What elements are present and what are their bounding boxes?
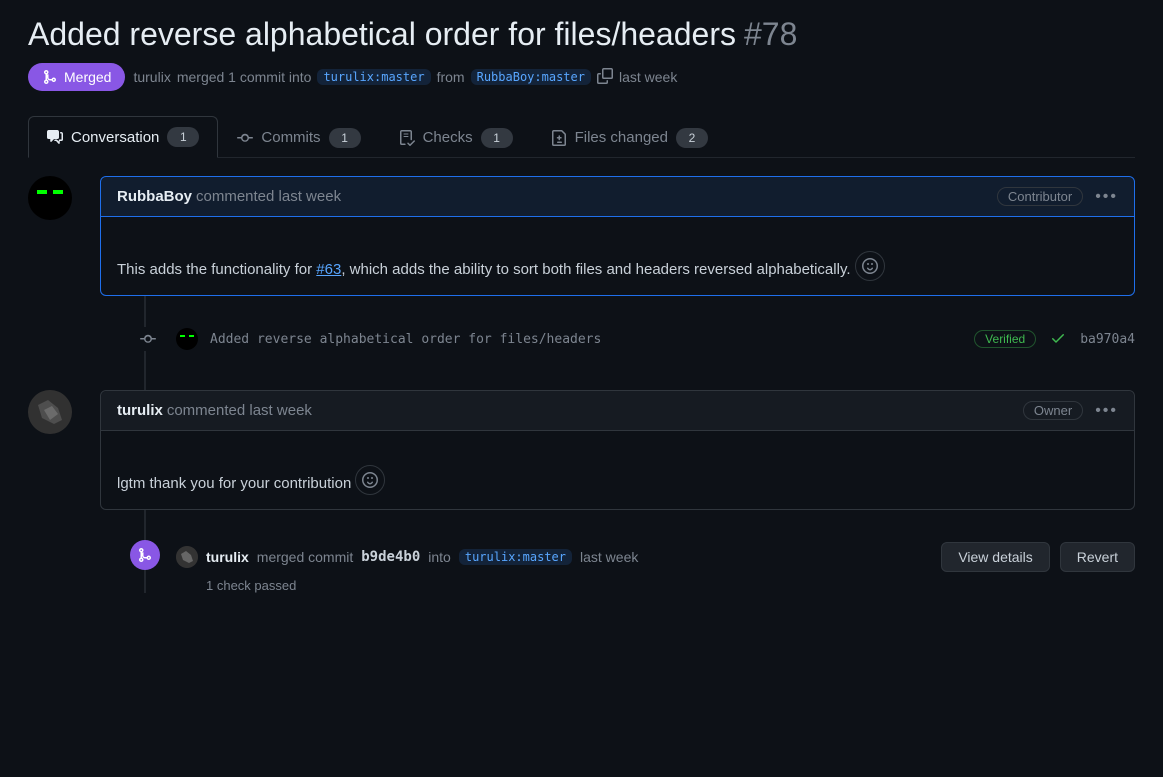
- merge-event-icon: [130, 540, 160, 570]
- timeline: RubbaBoy commented last week Contributor…: [28, 176, 1135, 593]
- comment-box: turulix commented last week Owner ••• lg…: [100, 390, 1135, 510]
- meta-text-2: from: [437, 69, 465, 85]
- comment-body: lgtm thank you for your contribution: [101, 431, 1134, 509]
- tab-files[interactable]: Files changed 2: [532, 116, 727, 158]
- tabs: Conversation 1 Commits 1 Checks 1 Files …: [28, 115, 1135, 158]
- tab-checks[interactable]: Checks 1: [380, 116, 532, 158]
- comment-time[interactable]: commented last week: [167, 402, 312, 419]
- avatar-rubbaboy[interactable]: [28, 176, 72, 220]
- meta-time[interactable]: last week: [619, 69, 677, 85]
- comment-time[interactable]: commented last week: [196, 188, 341, 205]
- merge-commit-sha[interactable]: b9de4b0: [361, 549, 420, 565]
- comment-author[interactable]: RubbaBoy: [117, 188, 192, 205]
- merge-user[interactable]: turulix: [206, 549, 249, 565]
- merge-event: turulix merged commit b9de4b0 into turul…: [100, 542, 1135, 593]
- merge-avatar[interactable]: [176, 546, 198, 568]
- commit-message[interactable]: Added reverse alphabetical order for fil…: [210, 332, 601, 347]
- meta-text-1: merged 1 commit into: [177, 69, 312, 85]
- body-pre: This adds the functionality for: [117, 261, 316, 278]
- copy-icon[interactable]: [597, 68, 613, 87]
- state-badge: Merged: [28, 63, 125, 91]
- meta-actor[interactable]: turulix: [133, 69, 170, 85]
- state-label: Merged: [64, 69, 111, 85]
- merge-meta: turulix merged 1 commit into turulix:mas…: [133, 68, 677, 87]
- merge-text-1: merged commit: [257, 549, 353, 565]
- comment-header: turulix commented last week Owner •••: [101, 391, 1134, 431]
- comment-box: RubbaBoy commented last week Contributor…: [100, 176, 1135, 296]
- merge-main-row: turulix merged commit b9de4b0 into turul…: [176, 542, 1135, 572]
- kebab-icon[interactable]: •••: [1095, 188, 1118, 206]
- merge-branch[interactable]: turulix:master: [459, 549, 572, 565]
- comment-body: This adds the functionality for #63, whi…: [101, 217, 1134, 295]
- tab-commits[interactable]: Commits 1: [218, 116, 379, 158]
- verified-badge[interactable]: Verified: [974, 330, 1036, 348]
- comment-turulix: turulix commented last week Owner ••• lg…: [100, 390, 1135, 510]
- body-text: lgtm thank you for your contribution: [117, 475, 351, 492]
- role-badge: Contributor: [997, 187, 1083, 206]
- tab-checks-label: Checks: [423, 129, 473, 146]
- pr-number: #78: [744, 16, 797, 53]
- commit-avatar[interactable]: [176, 328, 198, 350]
- pr-title-row: Added reverse alphabetical order for fil…: [28, 16, 1135, 53]
- head-branch[interactable]: RubbaBoy:master: [471, 69, 591, 85]
- base-branch[interactable]: turulix:master: [317, 69, 430, 85]
- checklist-icon: [399, 130, 415, 146]
- merge-icon: [42, 69, 58, 85]
- pr-title: Added reverse alphabetical order for fil…: [28, 16, 736, 53]
- revert-button[interactable]: Revert: [1060, 542, 1135, 572]
- comment-discussion-icon: [47, 129, 63, 145]
- tab-commits-label: Commits: [261, 129, 320, 146]
- emoji-button[interactable]: [855, 251, 885, 281]
- issue-link[interactable]: #63: [316, 261, 341, 278]
- tab-files-label: Files changed: [575, 129, 668, 146]
- emoji-button[interactable]: [355, 465, 385, 495]
- commit-dot-icon: [136, 327, 160, 351]
- role-badge: Owner: [1023, 401, 1083, 420]
- tab-commits-count: 1: [329, 128, 361, 148]
- check-passed[interactable]: 1 check passed: [206, 578, 1135, 593]
- comment-header: RubbaBoy commented last week Contributor…: [101, 177, 1134, 217]
- body-post: , which adds the ability to sort both fi…: [341, 261, 850, 278]
- commit-row: Added reverse alphabetical order for fil…: [100, 328, 1135, 350]
- view-details-button[interactable]: View details: [941, 542, 1049, 572]
- comment-rubbaboy: RubbaBoy commented last week Contributor…: [100, 176, 1135, 296]
- smiley-icon: [862, 258, 878, 274]
- commit-icon: [237, 130, 253, 146]
- avatar-turulix[interactable]: [28, 390, 72, 434]
- check-icon[interactable]: [1050, 330, 1066, 349]
- file-diff-icon: [551, 130, 567, 146]
- merge-text-2: into: [428, 549, 451, 565]
- tab-conversation[interactable]: Conversation 1: [28, 116, 218, 158]
- tab-checks-count: 1: [481, 128, 513, 148]
- kebab-icon[interactable]: •••: [1095, 402, 1118, 420]
- commit-sha[interactable]: ba970a4: [1080, 332, 1135, 347]
- smiley-icon: [362, 472, 378, 488]
- merge-time[interactable]: last week: [580, 549, 638, 565]
- tab-files-count: 2: [676, 128, 708, 148]
- pr-meta-row: Merged turulix merged 1 commit into turu…: [28, 63, 1135, 91]
- tab-conversation-count: 1: [167, 127, 199, 147]
- tab-conversation-label: Conversation: [71, 129, 159, 146]
- comment-author[interactable]: turulix: [117, 402, 163, 419]
